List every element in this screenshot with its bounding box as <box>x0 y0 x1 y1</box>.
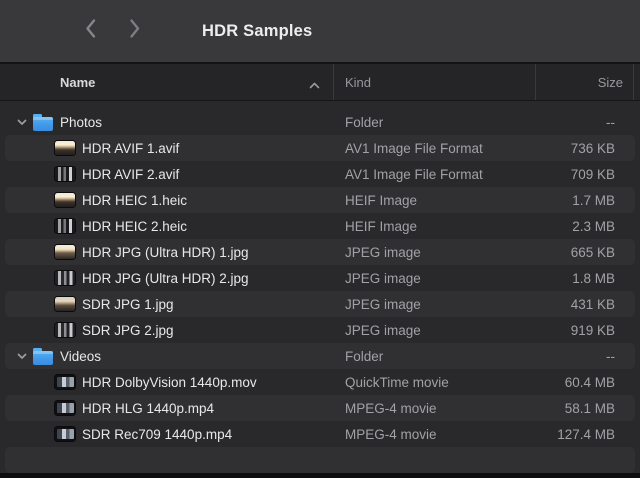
photo-landscape-thumbnail <box>55 141 75 155</box>
file-size: 60.4 MB <box>535 375 625 390</box>
column-header-kind[interactable]: Kind <box>333 64 535 100</box>
table-row[interactable]: HDR HEIC 2.heic HEIF Image 2.3 MB <box>5 213 635 239</box>
table-row[interactable]: HDR JPG (Ultra HDR) 2.jpg JPEG image 1.8… <box>5 265 635 291</box>
file-kind: AV1 Image File Format <box>333 141 535 156</box>
file-kind: JPEG image <box>333 245 535 260</box>
table-row[interactable]: SDR JPG 1.jpg JPEG image 431 KB <box>5 291 635 317</box>
file-size: 1.8 MB <box>535 271 625 286</box>
file-name: HDR JPG (Ultra HDR) 2.jpg <box>82 271 249 286</box>
table-row[interactable]: SDR Rec709 1440p.mp4 MPEG-4 movie 127.4 … <box>5 421 635 447</box>
column-header-name[interactable]: Name <box>0 64 333 100</box>
photo-landscape-thumbnail <box>55 297 75 311</box>
photo-windows-thumbnail <box>55 219 75 233</box>
table-row-photos[interactable]: Photos Folder -- <box>5 109 635 135</box>
file-size: 58.1 MB <box>535 401 625 416</box>
page-title: HDR Samples <box>202 22 312 41</box>
disclosure-chevron-down-icon[interactable] <box>17 353 27 360</box>
forward-button[interactable] <box>122 15 146 47</box>
table-row[interactable]: HDR JPG (Ultra HDR) 1.jpg JPEG image 665… <box>5 239 635 265</box>
file-size: -- <box>535 115 625 130</box>
file-size: 2.3 MB <box>535 219 625 234</box>
table-row[interactable]: SDR JPG 2.jpg JPEG image 919 KB <box>5 317 635 343</box>
file-name: HDR HEIC 2.heic <box>82 219 187 234</box>
file-size: 431 KB <box>535 297 625 312</box>
photo-landscape-thumbnail <box>55 193 75 207</box>
folder-icon <box>33 351 53 365</box>
file-kind: JPEG image <box>333 297 535 312</box>
video-filmstrip-thumbnail <box>55 401 75 415</box>
photo-windows-thumbnail <box>55 323 75 337</box>
video-filmstrip-thumbnail <box>55 427 75 441</box>
file-kind: QuickTime movie <box>333 375 535 390</box>
window-bottom-edge <box>0 473 640 478</box>
column-header-size[interactable]: Size <box>535 64 633 100</box>
file-list: Photos Folder -- HDR AVIF 1.avif AV1 Ima… <box>0 101 640 473</box>
column-header-row: Name Kind Size <box>0 62 640 101</box>
file-kind: MPEG-4 movie <box>333 427 535 442</box>
file-name: HDR AVIF 1.avif <box>82 141 179 156</box>
file-size: -- <box>535 349 625 364</box>
back-button[interactable] <box>78 15 102 47</box>
file-name: Videos <box>60 349 101 364</box>
photo-windows-thumbnail <box>55 167 75 181</box>
file-name: SDR JPG 1.jpg <box>82 297 174 312</box>
file-name: HDR JPG (Ultra HDR) 1.jpg <box>82 245 249 260</box>
empty-row <box>5 447 635 473</box>
photo-landscape-thumbnail <box>55 245 75 259</box>
file-name: HDR AVIF 2.avif <box>82 167 179 182</box>
toolbar: HDR Samples <box>0 0 640 62</box>
column-header-filler <box>633 64 640 100</box>
table-row[interactable]: HDR DolbyVision 1440p.mov QuickTime movi… <box>5 369 635 395</box>
table-row-videos[interactable]: Videos Folder -- <box>5 343 635 369</box>
file-name: SDR JPG 2.jpg <box>82 323 174 338</box>
file-kind: AV1 Image File Format <box>333 167 535 182</box>
file-size: 919 KB <box>535 323 625 338</box>
chevron-right-icon <box>128 18 141 44</box>
file-name: SDR Rec709 1440p.mp4 <box>82 427 232 442</box>
file-kind: HEIF Image <box>333 193 535 208</box>
file-name: HDR HEIC 1.heic <box>82 193 187 208</box>
chevron-up-icon <box>309 77 320 92</box>
file-size: 127.4 MB <box>535 427 625 442</box>
file-kind: JPEG image <box>333 271 535 286</box>
file-kind: HEIF Image <box>333 219 535 234</box>
file-kind: Folder <box>333 349 535 364</box>
table-row[interactable]: HDR HEIC 1.heic HEIF Image 1.7 MB <box>5 187 635 213</box>
column-header-name-label: Name <box>60 75 95 90</box>
file-name: Photos <box>60 115 102 130</box>
file-kind: JPEG image <box>333 323 535 338</box>
file-name: HDR HLG 1440p.mp4 <box>82 401 214 416</box>
disclosure-chevron-down-icon[interactable] <box>17 119 27 126</box>
video-filmstrip-thumbnail <box>55 375 75 389</box>
chevron-left-icon <box>84 18 97 44</box>
folder-icon <box>33 117 53 131</box>
file-size: 1.7 MB <box>535 193 625 208</box>
file-size: 736 KB <box>535 141 625 156</box>
table-row[interactable]: HDR AVIF 1.avif AV1 Image File Format 73… <box>5 135 635 161</box>
column-header-size-label: Size <box>598 75 623 90</box>
table-row[interactable]: HDR HLG 1440p.mp4 MPEG-4 movie 58.1 MB <box>5 395 635 421</box>
table-row[interactable]: HDR AVIF 2.avif AV1 Image File Format 70… <box>5 161 635 187</box>
file-kind: MPEG-4 movie <box>333 401 535 416</box>
file-kind: Folder <box>333 115 535 130</box>
column-header-kind-label: Kind <box>345 75 371 90</box>
file-size: 709 KB <box>535 167 625 182</box>
file-size: 665 KB <box>535 245 625 260</box>
photo-windows-thumbnail <box>55 271 75 285</box>
file-name: HDR DolbyVision 1440p.mov <box>82 375 257 390</box>
